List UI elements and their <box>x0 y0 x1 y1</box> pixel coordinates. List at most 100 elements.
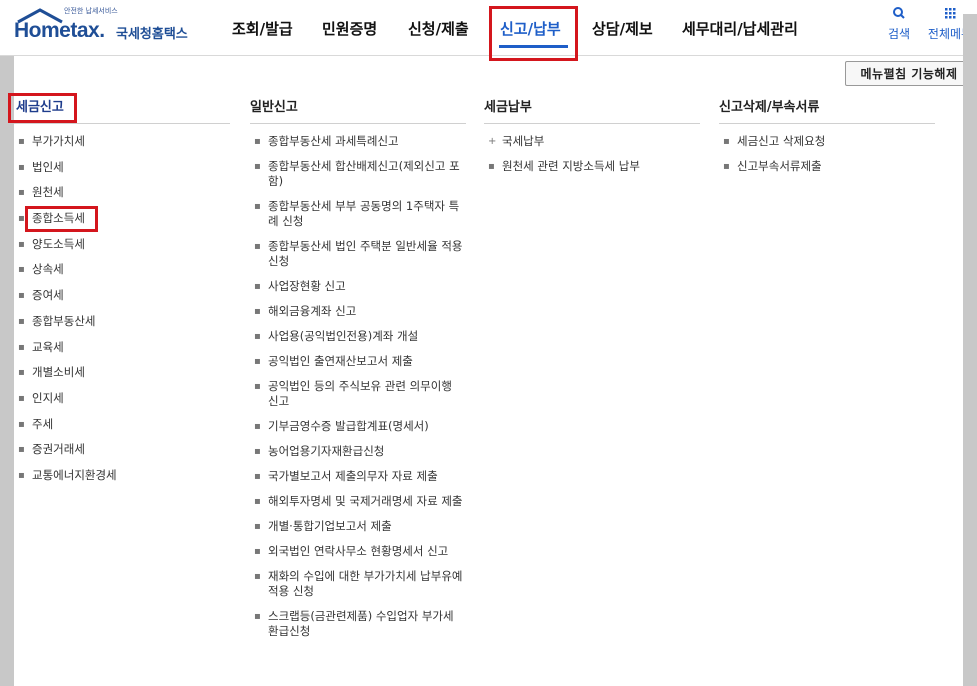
page-scrollbar[interactable] <box>963 14 977 686</box>
menu-item[interactable]: ▪ 사업용(공익법인전용)계좌 개설 <box>250 329 466 344</box>
plus-icon: + <box>488 136 497 147</box>
menu-item[interactable]: ▪ 해외투자명세 및 국제거래명세 자료 제출 <box>250 494 466 509</box>
bullet-icon: ▪ <box>254 136 261 147</box>
menu-item-label: 상속세 <box>32 262 64 277</box>
menu-item-label: 종합부동산세 합산배제신고(제외신고 포함) <box>268 159 460 188</box>
bullet-icon: ▪ <box>18 264 25 276</box>
bullet-icon: ▪ <box>254 611 261 622</box>
menu-item-label: 외국법인 연락사무소 현황명세서 신고 <box>268 544 449 558</box>
menu-item[interactable]: ▪ 기부금영수증 발급합계표(명세서) <box>250 419 466 434</box>
bullet-icon: ▪ <box>254 571 261 582</box>
menu-item[interactable]: ▪ 국가별보고서 제출의무자 자료 제출 <box>250 469 466 484</box>
menu-item-label: 신고부속서류제출 <box>737 159 822 173</box>
menu-item[interactable]: + 국세납부 <box>484 134 700 149</box>
menu-item-label: 종합부동산세 부부 공동명의 1주택자 특례 신청 <box>268 199 460 228</box>
gnb-tax-agent[interactable]: 세무대리/납세관리 <box>682 18 798 39</box>
gnb-apply-submit[interactable]: 신청/제출 <box>408 18 469 39</box>
menu-item[interactable]: ▪ 종합부동산세 <box>14 314 230 340</box>
menu-item[interactable]: ▪ 증권거래세 <box>14 442 230 468</box>
bullet-icon: ▪ <box>18 469 25 481</box>
menu-item-label: 종합소득세 <box>32 211 85 226</box>
bullet-icon: ▪ <box>254 241 261 252</box>
menu-item-label: 사업장현황 신고 <box>268 279 346 293</box>
bullet-icon: ▪ <box>254 421 261 432</box>
menu-item[interactable]: ▪ 종합부동산세 합산배제신고(제외신고 포함) <box>250 159 466 189</box>
menu-item[interactable]: ▪ 종합소득세 <box>14 211 230 237</box>
menu-item[interactable]: ▪ 개별·통합기업보고서 제출 <box>250 519 466 534</box>
menu-item-label: 기부금영수증 발급합계표(명세서) <box>268 419 429 433</box>
menu-item-label: 인지세 <box>32 390 64 405</box>
column-title-tax-report[interactable]: 세금신고 <box>14 96 230 124</box>
bullet-icon: ▪ <box>723 161 730 172</box>
menu-item[interactable]: ▪ 증여세 <box>14 288 230 314</box>
menu-item-label: 개별·통합기업보고서 제출 <box>268 519 392 533</box>
menu-item[interactable]: ▪ 스크랩등(금관련제품) 수입업자 부가세 환급신청 <box>250 609 466 639</box>
logo-wordmark: Hometax. <box>14 19 105 42</box>
menu-item-label: 종합부동산세 <box>32 313 96 328</box>
bullet-icon: ▪ <box>254 471 261 482</box>
menu-item[interactable]: ▪ 인지세 <box>14 391 230 417</box>
menu-item-label: 스크랩등(금관련제품) 수입업자 부가세 환급신청 <box>268 609 454 638</box>
gnb-report-pay[interactable]: 신고/납부 <box>500 18 561 39</box>
menu-item-label: 사업용(공익법인전용)계좌 개설 <box>268 329 419 343</box>
gnb-inquiry-issue[interactable]: 조회/발급 <box>232 18 293 39</box>
column-tax-payment: 세금납부 + 국세납부 ▪ 원천세 관련 지방소득세 납부 <box>484 96 700 184</box>
menu-item-label: 원천세 관련 지방소득세 납부 <box>502 159 640 173</box>
menu-item-label: 해외투자명세 및 국제거래명세 자료 제출 <box>268 494 463 508</box>
column-report-delete: 신고삭제/부속서류 ▪ 세금신고 삭제요청 ▪ 신고부속서류제출 <box>719 96 935 184</box>
menu-item[interactable]: ▪ 신고부속서류제출 <box>719 159 935 174</box>
menu-item[interactable]: ▪ 원천세 <box>14 185 230 211</box>
bullet-icon: ▪ <box>254 546 261 557</box>
gnb-consult-report[interactable]: 상담/제보 <box>592 18 653 39</box>
menu-item[interactable]: ▪ 원천세 관련 지방소득세 납부 <box>484 159 700 174</box>
menu-item-label: 개별소비세 <box>32 365 85 380</box>
hometax-logo[interactable]: 안전한 납세서비스 Hometax. 국세청홈택스 <box>14 6 204 46</box>
menu-item[interactable]: ▪ 주세 <box>14 417 230 443</box>
gnb-civil-cert[interactable]: 민원증명 <box>322 18 377 39</box>
column-title-general-report[interactable]: 일반신고 <box>250 96 466 124</box>
bullet-icon: ▪ <box>18 418 25 430</box>
bullet-icon: ▪ <box>18 213 25 225</box>
menu-item-label: 교육세 <box>32 339 64 354</box>
menu-item[interactable]: ▪ 양도소득세 <box>14 237 230 263</box>
menu-item[interactable]: ▪ 공익법인 등의 주식보유 관련 의무이행 신고 <box>250 379 466 409</box>
bullet-icon: ▪ <box>18 341 25 353</box>
search-icon <box>893 7 905 19</box>
menu-item-label: 부가가치세 <box>32 134 85 148</box>
menu-item[interactable]: ▪ 외국법인 연락사무소 현황명세서 신고 <box>250 544 466 559</box>
search-label: 검색 <box>887 27 911 41</box>
bullet-icon: ▪ <box>254 281 261 292</box>
bullet-icon: ▪ <box>18 367 25 379</box>
menu-item[interactable]: ▪ 법인세 <box>14 160 230 186</box>
menu-item[interactable]: ▪ 사업장현황 신고 <box>250 279 466 294</box>
menu-item[interactable]: ▪ 공익법인 출연재산보고서 제출 <box>250 354 466 369</box>
menu-item-label: 세금신고 삭제요청 <box>737 134 826 148</box>
column-title-tax-payment[interactable]: 세금납부 <box>484 96 700 124</box>
search-button[interactable]: 검색 <box>885 6 913 42</box>
column-title-report-delete[interactable]: 신고삭제/부속서류 <box>719 96 935 124</box>
column-tax-report: 세금신고 ▪ 부가가치세 ▪ 법인세 ▪ 원천세 ▪ 종합소득세 ▪ 양도소득세 ▪ 상속세 ▪ 증여세 ▪… <box>14 96 230 494</box>
bullet-icon: ▪ <box>18 187 25 199</box>
menu-item-label: 국가별보고서 제출의무자 자료 제출 <box>268 469 438 483</box>
bullet-icon: ▪ <box>18 161 25 173</box>
header: 안전한 납세서비스 Hometax. 국세청홈택스 조회/발급 민원증명 신청/… <box>0 0 977 61</box>
page: 안전한 납세서비스 Hometax. 국세청홈택스 조회/발급 민원증명 신청/… <box>0 0 977 686</box>
menu-item[interactable]: ▪ 세금신고 삭제요청 <box>719 134 935 149</box>
bullet-icon: ▪ <box>254 161 261 172</box>
menu-item[interactable]: ▪ 부가가치세 <box>14 134 230 160</box>
menu-expand-disable-button[interactable]: 메뉴펼침 기능해제 <box>845 61 973 86</box>
menu-item[interactable]: ▪ 재화의 수입에 대한 부가가치세 납부유예 적용 신청 <box>250 569 466 599</box>
bullet-icon: ▪ <box>254 521 261 532</box>
menu-item[interactable]: ▪ 해외금융계좌 신고 <box>250 304 466 319</box>
menu-item[interactable]: ▪ 종합부동산세 과세특례신고 <box>250 134 466 149</box>
menu-item-label: 증권거래세 <box>32 442 85 457</box>
menu-item[interactable]: ▪ 종합부동산세 부부 공동명의 1주택자 특례 신청 <box>250 199 466 229</box>
menu-item[interactable]: ▪ 상속세 <box>14 262 230 288</box>
menu-item-label: 증여세 <box>32 288 64 303</box>
menu-item[interactable]: ▪ 종합부동산세 법인 주택분 일반세율 적용 신청 <box>250 239 466 269</box>
menu-item[interactable]: ▪ 교육세 <box>14 340 230 366</box>
menu-item[interactable]: ▪ 교통에너지환경세 <box>14 468 230 494</box>
menu-item[interactable]: ▪ 농어업용기자재환급신청 <box>250 444 466 459</box>
menu-item-label: 주세 <box>32 416 54 431</box>
menu-item[interactable]: ▪ 개별소비세 <box>14 365 230 391</box>
